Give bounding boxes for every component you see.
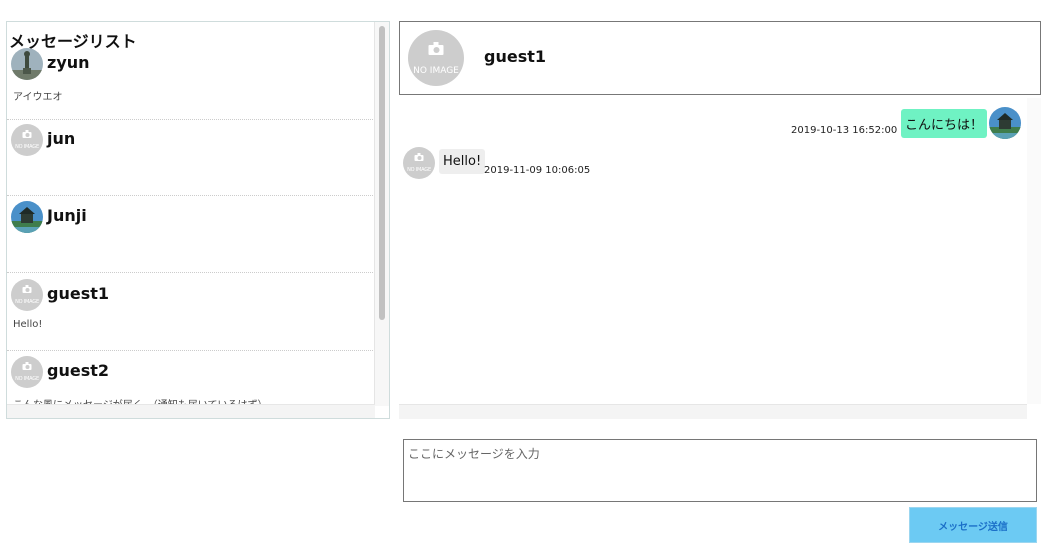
no-image-icon: NO IMAGE	[11, 356, 43, 388]
conversation-preview: アイウエオ	[13, 92, 63, 103]
conversation-item-junji[interactable]: Junji	[7, 197, 373, 273]
conversation-name: jun	[47, 129, 76, 148]
no-image-icon: NO IMAGE	[408, 30, 464, 86]
conversation-item-zyun[interactable]: zyun アイウエオ	[7, 44, 373, 120]
no-image-icon: NO IMAGE	[403, 147, 435, 179]
message-timestamp: 2019-10-13 16:52:00	[791, 125, 898, 136]
castle-photo-icon	[989, 107, 1021, 139]
conversation-name: Junji	[47, 206, 87, 225]
conversation-list[interactable]: メッセージリスト zyun アイウエオ NO IMAGE jun Junji N…	[7, 22, 375, 411]
messages-hscrollbar[interactable]	[399, 404, 1027, 419]
conversation-list-hscrollbar[interactable]	[7, 404, 375, 418]
conversation-list-scrollbar[interactable]	[374, 22, 389, 406]
messages-scrollbar[interactable]	[1027, 98, 1041, 404]
castle-photo-icon	[11, 201, 43, 233]
messages-area[interactable]: 2019-10-13 16:52:00 こんにちは！ NO IMAGE Hell…	[399, 98, 1028, 404]
statue-photo-icon	[11, 48, 43, 80]
conversation-preview: Hello!	[13, 319, 43, 330]
conversation-item-guest1[interactable]: NO IMAGE guest1 Hello!	[7, 275, 373, 351]
conversation-name: guest2	[47, 361, 109, 380]
partner-message-bubble: Hello!	[439, 149, 486, 174]
conversation-item-jun[interactable]: NO IMAGE jun	[7, 120, 373, 196]
chat-partner-name: guest1	[484, 47, 546, 66]
message-input[interactable]	[403, 439, 1037, 502]
message-timestamp: 2019-11-09 10:06:05	[484, 165, 591, 176]
no-image-icon: NO IMAGE	[11, 124, 43, 156]
scrollbar-thumb[interactable]	[379, 26, 385, 320]
message-list-panel: メッセージリスト zyun アイウエオ NO IMAGE jun Junji N…	[6, 21, 390, 419]
conversation-name: guest1	[47, 284, 109, 303]
no-image-icon: NO IMAGE	[11, 279, 43, 311]
send-message-button[interactable]: メッセージ送信	[909, 507, 1037, 543]
conversation-name: zyun	[47, 53, 90, 72]
my-message-bubble: こんにちは！	[901, 109, 988, 138]
chat-header: NO IMAGE guest1	[399, 21, 1041, 95]
